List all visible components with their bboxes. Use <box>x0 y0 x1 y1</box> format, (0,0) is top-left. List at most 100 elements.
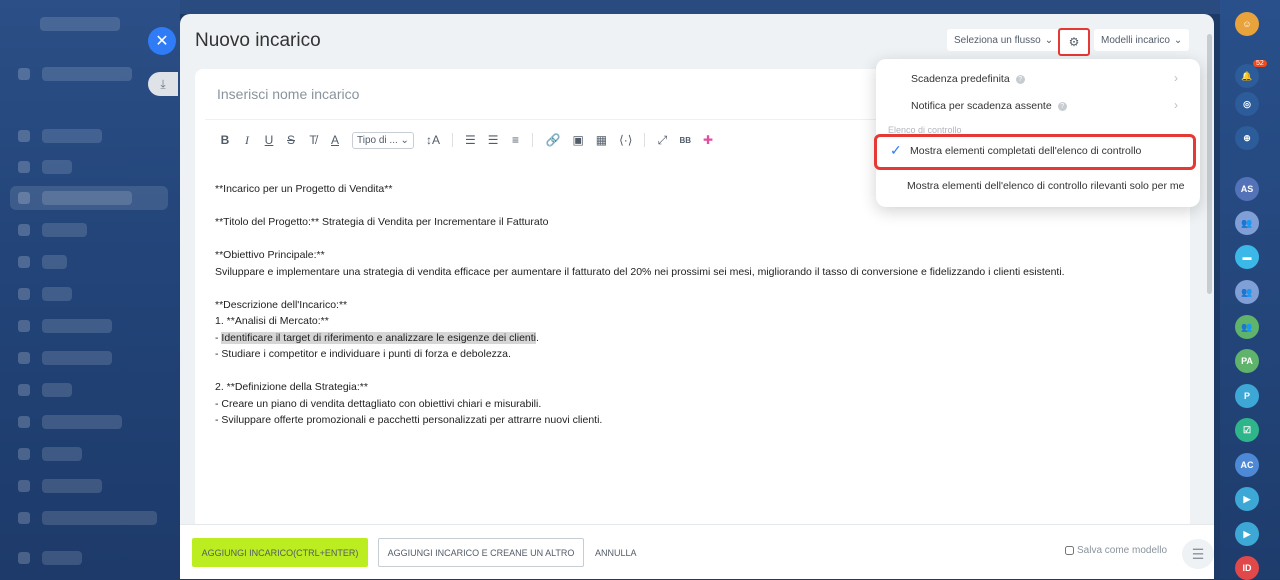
scrollbar[interactable] <box>1207 34 1212 294</box>
toolbar-separator <box>644 133 646 147</box>
text-line: - Sviluppare offerte promozionali e pacc… <box>215 414 603 426</box>
avatar-p[interactable]: P <box>1235 384 1259 408</box>
nav-icon <box>18 224 30 236</box>
minimize-button[interactable]: ⤓ <box>148 72 178 96</box>
clear-format-icon[interactable]: T̸ <box>308 133 318 147</box>
video-button[interactable]: ▶ <box>1235 487 1259 511</box>
task-chat-button[interactable]: ☑ <box>1235 418 1259 442</box>
text-line: 1. **Analisi di Mercato:** <box>215 315 329 327</box>
image-icon[interactable]: ▣ <box>572 133 583 147</box>
video-button[interactable]: ▶ <box>1235 522 1259 546</box>
code-icon[interactable]: ⟨·⟩ <box>619 133 632 147</box>
nav-icon <box>18 416 30 428</box>
avatar-id[interactable]: ID <box>1235 556 1259 580</box>
nav-icon <box>18 288 30 300</box>
nav-icon <box>18 384 30 396</box>
task-templates-button[interactable]: Modelli incarico ⌄ <box>1094 29 1190 51</box>
menu-item-show-relevant-checklist[interactable]: Mostra elementi dell'elenco di controllo… <box>907 180 1184 192</box>
nav-item[interactable] <box>42 287 72 301</box>
nav-icon <box>18 256 30 268</box>
text-line: Sviluppare e implementare una strategia … <box>215 265 1065 278</box>
nav-item[interactable] <box>42 223 87 237</box>
nav-icon <box>18 68 30 80</box>
fullscreen-icon[interactable]: ⤢ <box>657 133 668 148</box>
toolbar-separator <box>532 133 534 147</box>
help-icon[interactable]: ? <box>1015 74 1025 84</box>
table-icon[interactable]: ▦ <box>596 133 607 147</box>
cancel-button[interactable]: ANNULLA <box>595 538 637 567</box>
check-square-icon: ☑ <box>1242 424 1252 435</box>
add-task-and-create-another-button[interactable]: AGGIUNGI INCARICO E CREANE UN ALTRO <box>378 538 584 567</box>
empty-line <box>215 363 1165 380</box>
nav-item[interactable] <box>42 160 72 174</box>
underline-button[interactable]: U <box>264 133 274 147</box>
text-line-highlighted: - Identificare il target di riferimento … <box>215 330 1165 347</box>
menu-item-label: Mostra elementi completati dell'elenco d… <box>910 145 1142 157</box>
bbcode-button[interactable]: BB <box>679 136 691 145</box>
footer-bar: AGGIUNGI INCARICO(CTRL+ENTER) AGGIUNGI I… <box>180 524 1214 579</box>
avatar-as[interactable]: AS <box>1235 177 1259 201</box>
task-templates-label: Modelli incarico <box>1101 34 1170 46</box>
nav-item[interactable] <box>42 129 102 143</box>
nav-icon <box>18 480 30 492</box>
menu-item-show-completed-checklist[interactable]: ✓ Mostra elementi completati dell'elenco… <box>874 134 1196 170</box>
text-color-icon[interactable]: A <box>330 133 340 147</box>
group-icon: 👥 <box>1241 217 1253 228</box>
video-icon: ▶ <box>1243 528 1251 539</box>
nav-item[interactable] <box>42 319 112 333</box>
save-as-template-input[interactable] <box>1065 546 1074 555</box>
nav-item[interactable] <box>42 511 157 525</box>
select-flow-button[interactable]: Seleziona un flusso ⌄ <box>947 29 1061 51</box>
save-as-template-checkbox[interactable]: Salva come modello <box>1065 545 1167 556</box>
search-button[interactable]: ⊕ <box>1235 126 1259 150</box>
nav-item[interactable] <box>42 351 112 365</box>
strikethrough-button[interactable]: S <box>286 133 296 147</box>
chat-button[interactable]: ▬ <box>1235 245 1259 269</box>
editor-toolbar: B I U S T̸ A Tipo di ... ⌄ ↕A ☰ ☰ ≡ 🔗 ▣ … <box>220 129 713 151</box>
font-size-icon[interactable]: ↕A <box>426 133 440 147</box>
group-chat-button[interactable]: 👥 <box>1235 315 1259 339</box>
notifications-button[interactable]: 🔔 <box>1235 64 1259 88</box>
add-task-button[interactable]: AGGIUNGI INCARICO(CTRL+ENTER) <box>192 538 368 567</box>
chevron-down-icon: ⌄ <box>400 134 409 146</box>
nav-item[interactable] <box>42 67 132 81</box>
right-rail: ☺ 🔔 52 ◎ ⊕ AS 👥 ▬ 👥 👥 PA P ☑ AC ▶ ▶ ID <box>1220 0 1280 580</box>
more-menu-button[interactable]: ☰ <box>1182 539 1214 569</box>
task-description[interactable]: **Incarico per un Progetto di Vendita** … <box>215 181 1165 429</box>
group-chat-button[interactable]: 👥 <box>1235 280 1259 304</box>
menu-icon: ☰ <box>1191 545 1205 562</box>
nav-item[interactable] <box>42 383 72 397</box>
bold-button[interactable]: B <box>220 133 230 147</box>
align-icon[interactable]: ≡ <box>510 133 520 147</box>
numbered-list-icon[interactable]: ☰ <box>465 133 476 147</box>
nav-icon <box>18 192 30 204</box>
font-type-select[interactable]: Tipo di ... ⌄ <box>352 131 414 149</box>
chevron-down-icon: ⌄ <box>1044 34 1054 46</box>
task-name-input[interactable] <box>215 85 879 103</box>
help-icon[interactable]: ? <box>1057 101 1067 111</box>
bullet-list-icon[interactable]: ☰ <box>488 133 499 147</box>
user-avatar[interactable]: ☺ <box>1235 12 1259 36</box>
pulse-button[interactable]: ◎ <box>1235 92 1259 116</box>
nav-item[interactable] <box>42 479 102 493</box>
text-line: - Studiare i competitor e individuare i … <box>215 348 511 360</box>
nav-icon <box>18 352 30 364</box>
avatar-pa[interactable]: PA <box>1235 349 1259 373</box>
menu-item-label: Notifica per scadenza assente <box>911 100 1052 112</box>
top-bar <box>180 0 1220 14</box>
nav-item[interactable] <box>42 447 82 461</box>
nav-icon <box>18 130 30 142</box>
italic-button[interactable]: I <box>242 133 252 148</box>
nav-item[interactable] <box>42 551 82 565</box>
nav-item[interactable] <box>42 255 67 269</box>
close-slider-button[interactable]: ✕ <box>148 27 176 55</box>
nav-item[interactable] <box>42 191 132 205</box>
group-chat-button[interactable]: 👥 <box>1235 211 1259 235</box>
copilot-icon[interactable]: ✚ <box>703 133 713 147</box>
menu-item-default-deadline[interactable]: Scadenza predefinita ? <box>911 73 1025 85</box>
avatar-ac[interactable]: AC <box>1235 453 1259 477</box>
settings-button[interactable]: ⚙ <box>1058 28 1090 56</box>
nav-item[interactable] <box>42 415 122 429</box>
link-icon[interactable]: 🔗 <box>545 133 560 147</box>
menu-item-missing-deadline-notice[interactable]: Notifica per scadenza assente ? <box>911 100 1067 112</box>
